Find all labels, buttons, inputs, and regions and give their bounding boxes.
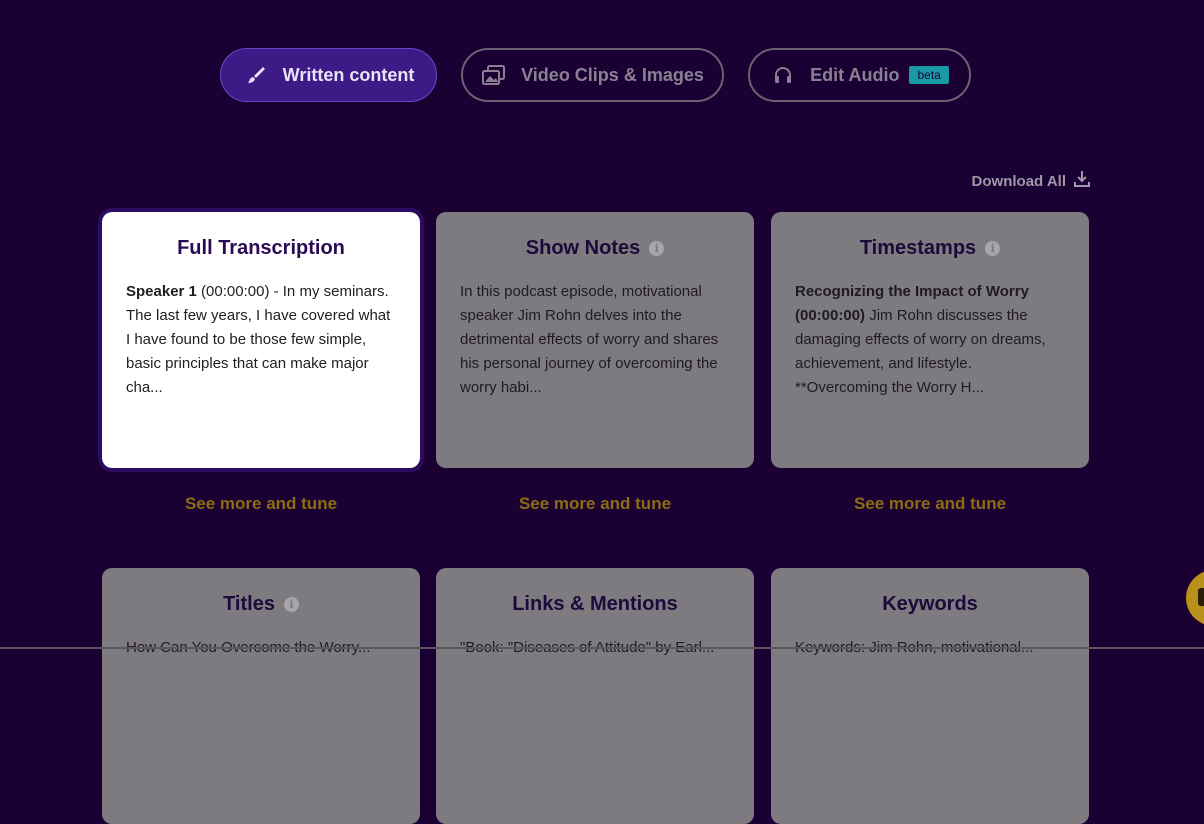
see-more-transcription-link[interactable]: See more and tune — [102, 494, 420, 514]
download-all-button[interactable]: Download All — [972, 170, 1090, 192]
headphones-icon — [770, 64, 796, 86]
card-title: Show Notes i — [460, 234, 730, 262]
see-more-show-notes-link[interactable]: See more and tune — [436, 494, 754, 514]
card-full-transcription[interactable]: Full Transcription Speaker 1 (00:00:00) … — [98, 208, 424, 472]
beta-badge: beta — [909, 66, 949, 84]
card-links-mentions[interactable]: Links & Mentions "Book: "Diseases of Att… — [436, 568, 754, 824]
tab-video-clips-images-label: Video Clips & Images — [521, 64, 704, 85]
card-title: Full Transcription — [177, 236, 345, 259]
tab-written-content-label: Written content — [282, 64, 415, 85]
info-icon[interactable]: i — [649, 240, 665, 256]
brush-icon — [243, 64, 269, 86]
card-show-notes[interactable]: Show Notes i In this podcast episode, mot… — [436, 212, 754, 468]
download-icon — [1066, 170, 1090, 192]
content-type-tabs: Written content Video Clips & Images Edi… — [0, 48, 1204, 104]
card-keywords[interactable]: Keywords Keywords: Jim Rohn, motivationa… — [771, 568, 1089, 824]
chat-widget-button[interactable] — [1186, 570, 1204, 626]
card-title: Timestamps i — [795, 234, 1065, 262]
info-icon[interactable]: i — [985, 240, 1001, 256]
card-preview: Speaker 1 (00:00:00) - In my seminars. T… — [126, 283, 391, 396]
card-title: Keywords — [882, 592, 978, 615]
card-title: Links & Mentions — [512, 592, 678, 615]
tab-edit-audio-label: Edit Audio — [810, 64, 900, 85]
card-preview: In this podcast episode, motivational sp… — [460, 283, 719, 396]
card-timestamps[interactable]: Timestamps i Recognizing the Impact of Wo… — [771, 212, 1089, 468]
card-title: Titles i — [126, 590, 396, 618]
download-all-label: Download All — [971, 172, 1066, 190]
card-preview: Recognizing the Impact of Worry (00:00:0… — [795, 283, 1046, 396]
images-icon — [481, 64, 507, 86]
card-titles[interactable]: Titles i How Can You Overcome the Worry..… — [102, 568, 420, 824]
see-more-timestamps-link[interactable]: See more and tune — [771, 494, 1089, 514]
tab-video-clips-images[interactable]: Video Clips & Images — [461, 48, 724, 102]
tab-edit-audio[interactable]: Edit Audio beta — [748, 48, 971, 102]
info-icon[interactable]: i — [283, 596, 299, 612]
tab-written-content[interactable]: Written content — [220, 48, 437, 102]
